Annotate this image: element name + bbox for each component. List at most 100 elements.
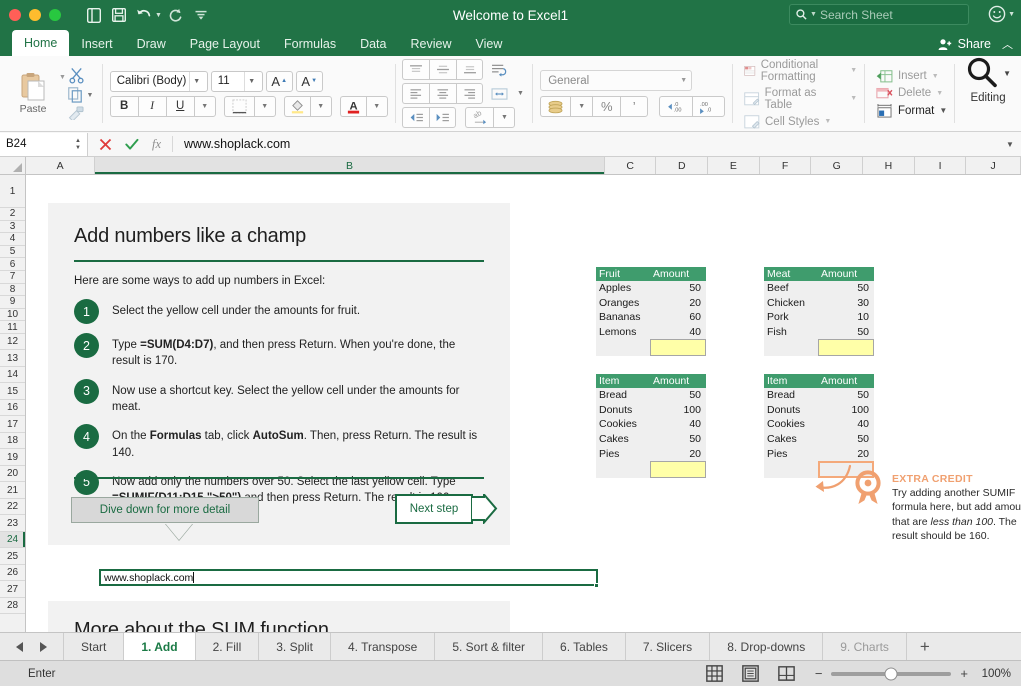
previous-sheet-icon[interactable] xyxy=(14,641,25,653)
save-icon[interactable] xyxy=(108,4,130,26)
font-color-caret-icon[interactable]: ▼ xyxy=(365,95,388,117)
underline-dropdown-caret-icon[interactable]: ▼ xyxy=(193,95,216,117)
sheet-tab-4-transpose[interactable]: 4. Transpose xyxy=(329,633,435,660)
row-header-8[interactable]: 8 xyxy=(0,284,25,297)
decrease-font-size-button[interactable]: A ▼ xyxy=(295,70,323,92)
row-header-4[interactable]: 4 xyxy=(0,233,25,246)
redo-icon[interactable] xyxy=(165,4,187,26)
table-row[interactable]: Bread 50 xyxy=(596,388,706,403)
increase-font-size-button[interactable]: A ▲ xyxy=(265,70,293,92)
zoom-out-button[interactable]: − xyxy=(815,666,823,681)
align-bottom-button[interactable] xyxy=(456,59,484,80)
delete-cells-caret-icon[interactable]: ▼ xyxy=(936,90,943,97)
row-header-21[interactable]: 21 xyxy=(0,482,25,499)
align-middle-button[interactable] xyxy=(429,59,457,80)
column-header-i[interactable]: I xyxy=(914,157,967,174)
editing-caret-icon[interactable]: ▼ xyxy=(1003,69,1011,78)
table-row[interactable]: Chicken 30 xyxy=(764,296,874,311)
total-cell-fruit[interactable] xyxy=(650,339,706,357)
conditional-formatting-caret-icon[interactable]: ▼ xyxy=(850,67,857,74)
paste-dropdown-caret-icon[interactable]: ▼ xyxy=(59,74,66,81)
table-row[interactable]: Cakes 50 xyxy=(764,432,874,447)
row-header-16[interactable]: 16 xyxy=(0,400,25,417)
column-header-b[interactable]: B xyxy=(95,157,605,174)
row-header-28[interactable]: 28 xyxy=(0,598,25,615)
row-header-26[interactable]: 26 xyxy=(0,565,25,582)
format-as-table-button[interactable]: Format as Table ▼ xyxy=(744,87,857,111)
account-menu[interactable]: ▼ xyxy=(988,5,1015,23)
ribbon-tab-home[interactable]: Home xyxy=(12,30,70,56)
row-header-1[interactable]: 1 xyxy=(0,175,25,208)
align-top-button[interactable] xyxy=(402,59,430,80)
table-row[interactable]: Beef 50 xyxy=(764,281,874,296)
cell-styles-button[interactable]: Cell Styles ▼ xyxy=(744,114,857,129)
ribbon-tab-page-layout[interactable]: Page Layout xyxy=(178,32,272,56)
search-sheet-box[interactable]: ▼ Search Sheet xyxy=(789,4,969,25)
column-header-e[interactable]: E xyxy=(708,157,760,174)
italic-button[interactable]: I xyxy=(137,95,166,117)
table-row[interactable]: Donuts 100 xyxy=(596,403,706,418)
total-cell-item-left[interactable] xyxy=(650,460,706,478)
row-header-3[interactable]: 3 xyxy=(0,221,25,234)
number-format-combo[interactable]: General ▼ xyxy=(540,70,693,91)
page-break-icon[interactable] xyxy=(778,665,795,682)
sheet-tab-1-add[interactable]: 1. Add xyxy=(123,633,195,660)
column-header-j[interactable]: J xyxy=(966,157,1021,174)
sheet-tab-3-split[interactable]: 3. Split xyxy=(258,633,330,660)
dive-down-arrow-icon[interactable] xyxy=(165,523,193,540)
font-name-combo[interactable]: Calibri (Body) ▼ xyxy=(109,70,208,92)
cut-icon[interactable] xyxy=(68,67,85,84)
table-row[interactable]: Bananas 60 xyxy=(596,310,706,325)
table-row[interactable]: Pies 20 xyxy=(764,446,874,461)
bold-button[interactable]: B xyxy=(109,95,138,117)
account-caret-icon[interactable]: ▼ xyxy=(1008,11,1015,18)
row-header-12[interactable]: 12 xyxy=(0,334,25,351)
next-step-arrow-icon[interactable] xyxy=(472,494,498,524)
delete-cells-button[interactable]: Delete ▼ xyxy=(876,87,947,100)
row-header-2[interactable]: 2 xyxy=(0,208,25,221)
dive-down-button[interactable]: Dive down for more detail xyxy=(71,497,259,523)
sheet-tab-6-tables[interactable]: 6. Tables xyxy=(542,633,625,660)
ribbon-tab-review[interactable]: Review xyxy=(398,32,463,56)
row-header-20[interactable]: 20 xyxy=(0,466,25,483)
next-step-button[interactable]: Next step xyxy=(395,494,473,524)
table-row[interactable]: Oranges 20 xyxy=(596,296,706,311)
table-row[interactable]: Pork 10 xyxy=(764,310,874,325)
increase-decimal-button[interactable]: .0.00 xyxy=(659,96,693,117)
copy-dropdown-caret-icon[interactable]: ▼ xyxy=(85,92,95,99)
total-cell-meat[interactable] xyxy=(818,339,874,357)
format-cells-caret-icon[interactable]: ▼ xyxy=(939,106,947,115)
font-size-combo[interactable]: 11 ▼ xyxy=(210,70,263,92)
sheet-tab-5-sort-filter[interactable]: 5. Sort & filter xyxy=(434,633,543,660)
expand-formula-bar-icon[interactable]: ▼ xyxy=(999,140,1021,149)
row-header-22[interactable]: 22 xyxy=(0,499,25,516)
font-color-button[interactable]: A xyxy=(339,95,366,117)
row-header-24[interactable]: 24 xyxy=(0,531,25,549)
ribbon-tab-view[interactable]: View xyxy=(463,32,514,56)
merge-cells-button[interactable] xyxy=(487,83,511,104)
fill-color-caret-icon[interactable]: ▼ xyxy=(309,95,332,117)
ribbon-tab-formulas[interactable]: Formulas xyxy=(272,32,348,56)
decrease-indent-button[interactable] xyxy=(402,107,430,128)
align-left-button[interactable] xyxy=(402,83,430,104)
row-header-23[interactable]: 23 xyxy=(0,515,25,532)
decrease-decimal-button[interactable]: .00.0 xyxy=(692,96,726,117)
table-row[interactable]: Cakes 50 xyxy=(596,432,706,447)
search-dropdown-caret-icon[interactable]: ▼ xyxy=(810,11,817,18)
close-window-button[interactable] xyxy=(9,9,21,21)
row-header-14[interactable]: 14 xyxy=(0,367,25,384)
share-button[interactable]: Share ︿ xyxy=(938,36,1013,52)
customize-toolbar-icon[interactable] xyxy=(190,4,212,26)
table-row[interactable]: Lemons 40 xyxy=(596,325,706,340)
merge-dropdown-caret-icon[interactable]: ▼ xyxy=(515,90,525,97)
table-row[interactable]: Fish 50 xyxy=(764,325,874,340)
sheet-tab-7-slicers[interactable]: 7. Slicers xyxy=(624,633,710,660)
row-header-9[interactable]: 9 xyxy=(0,296,25,309)
underline-button[interactable]: U xyxy=(165,95,194,117)
conditional-formatting-button[interactable]: Conditional Formatting ▼ xyxy=(744,59,857,83)
cell-styles-caret-icon[interactable]: ▼ xyxy=(824,118,831,125)
next-sheet-icon[interactable] xyxy=(38,641,49,653)
format-as-table-caret-icon[interactable]: ▼ xyxy=(850,95,857,102)
zoom-slider[interactable] xyxy=(831,667,952,680)
table-row[interactable]: Apples 50 xyxy=(596,281,706,296)
